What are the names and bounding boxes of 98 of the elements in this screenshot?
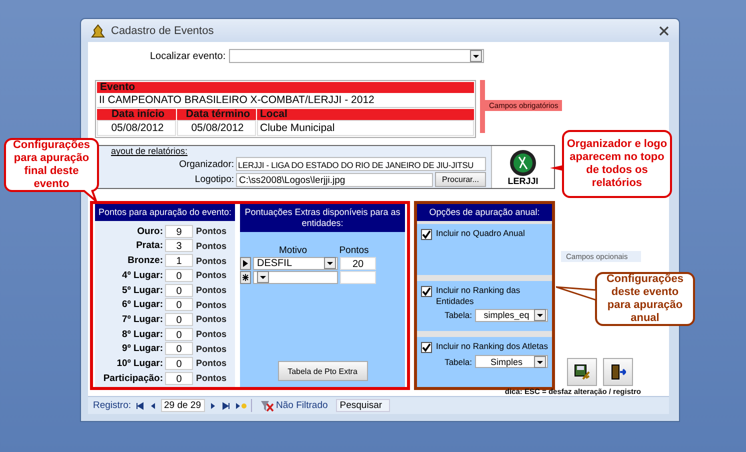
- new-row-icon[interactable]: [240, 270, 251, 284]
- event-name-field[interactable]: II CAMPEONATO BRASILEIRO X-COMBAT/LERJJI - 2012: [97, 93, 474, 108]
- checkbox-label: Incluir no Ranking das Entidades: [436, 284, 522, 307]
- new-record-icon[interactable]: [235, 400, 248, 411]
- section-title: ayout de relatórios:: [111, 146, 188, 156]
- save-button[interactable]: [567, 358, 597, 386]
- dropdown-icon[interactable]: [257, 271, 269, 284]
- column-header: Data término: [177, 109, 256, 120]
- column-header: Motivo: [278, 245, 308, 256]
- points-field[interactable]: [340, 270, 376, 284]
- table-cell[interactable]: 05/08/2012: [177, 120, 256, 136]
- points-field[interactable]: 0: [165, 312, 193, 326]
- table-cell[interactable]: 05/08/2012: [97, 120, 176, 136]
- points-field[interactable]: 9: [165, 224, 193, 238]
- logo-emblem-icon: [508, 148, 538, 177]
- table-combo[interactable]: Simples: [475, 355, 548, 368]
- callout: Organizador e logo aparecem no topo de todos os relatórios: [562, 130, 672, 198]
- points-field[interactable]: 0: [165, 328, 193, 341]
- table-label: Tabela:: [444, 310, 472, 320]
- place-label: Ouro:: [136, 226, 164, 237]
- place-label: Participação:: [102, 372, 164, 384]
- place-label: Bronze:: [126, 255, 164, 266]
- unit-label: Pontos: [195, 240, 226, 251]
- table-label: Tabela:: [444, 356, 472, 367]
- column-header: Local: [257, 109, 474, 120]
- record-label: Registro:: [93, 400, 132, 412]
- organizer-label: Organizador:: [179, 158, 234, 170]
- place-label: 5º Lugar:: [121, 284, 164, 296]
- first-record-icon[interactable]: [135, 400, 146, 411]
- next-record-icon[interactable]: [209, 400, 218, 411]
- unit-label: Pontos: [195, 373, 226, 384]
- points-field[interactable]: 20: [340, 256, 376, 270]
- unit-label: Pontos: [195, 300, 226, 310]
- points-field[interactable]: 0: [165, 298, 193, 312]
- logo-text: LERJJI: [508, 176, 538, 186]
- callout: Configurações deste evento para apuração anual: [595, 272, 695, 326]
- panel-header: Opções de apuração anual:: [417, 204, 552, 222]
- column-header: Evento: [97, 82, 474, 94]
- current-row-icon[interactable]: [240, 256, 251, 270]
- exit-button[interactable]: [603, 358, 633, 386]
- checkbox-label: Incluir no Ranking dos Atletas: [436, 341, 548, 352]
- record-position-field[interactable]: 29 de 29: [161, 399, 206, 412]
- place-label: 10º Lugar:: [116, 358, 164, 369]
- unit-label: Pontos: [195, 329, 226, 340]
- dropdown-icon[interactable]: [324, 257, 336, 270]
- dropdown-icon[interactable]: [470, 50, 482, 62]
- panel-header: Pontuações Extras disponíveis para as entidades:: [240, 204, 405, 232]
- place-label: 8º Lugar:: [121, 328, 164, 340]
- place-label: 7º Lugar:: [121, 314, 164, 325]
- extra-points-table-button[interactable]: Tabela de Pto Extra: [278, 361, 368, 382]
- unit-label: Pontos: [195, 285, 226, 296]
- checkbox[interactable]: [421, 342, 432, 354]
- last-record-icon[interactable]: [221, 400, 232, 411]
- place-label: 6º Lugar:: [121, 299, 164, 310]
- column-header: Data início: [97, 109, 176, 120]
- unit-label: Pontos: [195, 270, 226, 280]
- place-label: Prata:: [135, 240, 164, 252]
- unit-label: Pontos: [195, 256, 226, 266]
- dropdown-icon[interactable]: [534, 356, 546, 368]
- close-icon[interactable]: [659, 26, 669, 36]
- callout-pointer: [550, 165, 564, 171]
- logo-path-field[interactable]: C:\ss2008\Logos\lerjji.jpg: [236, 172, 433, 187]
- points-field[interactable]: 0: [165, 268, 193, 282]
- table-combo[interactable]: simples_eq: [475, 308, 548, 322]
- unit-label: Pontos: [195, 344, 226, 354]
- helmet-icon: [91, 24, 105, 38]
- points-field[interactable]: 0: [165, 342, 193, 356]
- search-label: Localizar evento:: [150, 50, 226, 62]
- points-field[interactable]: 3: [165, 239, 193, 252]
- place-label: 9º Lugar:: [121, 343, 164, 354]
- unit-label: Pontos: [195, 226, 226, 236]
- unit-label: Pontos: [195, 358, 226, 368]
- column-header: Pontos: [338, 245, 370, 256]
- checkbox-label: Incluir no Quadro Anual: [436, 228, 525, 240]
- filter-button[interactable]: Não Filtrado: [256, 400, 332, 412]
- checkbox[interactable]: [421, 286, 432, 297]
- points-field[interactable]: 0: [165, 372, 193, 385]
- dropdown-icon[interactable]: [534, 309, 546, 322]
- organizer-field[interactable]: LERJJI - LIGA DO ESTADO DO RIO DE JANEIRO DE JIU-JITSU: [236, 157, 486, 172]
- search-field[interactable]: Pesquisar: [336, 399, 390, 412]
- table-cell[interactable]: Clube Municipal: [257, 120, 474, 136]
- points-field[interactable]: 0: [165, 356, 193, 370]
- window-title: Cadastro de Eventos: [111, 24, 215, 37]
- funnel-icon: [260, 400, 274, 412]
- points-field[interactable]: 0: [165, 284, 193, 297]
- required-marker: [480, 80, 485, 134]
- panel-header: Pontos para apuração do evento:: [95, 204, 235, 222]
- points-field[interactable]: 1: [165, 254, 193, 268]
- unit-label: Pontos: [195, 314, 226, 324]
- browse-button[interactable]: Procurar...: [435, 172, 486, 188]
- place-label: 4º Lugar:: [121, 270, 164, 281]
- reason-combo[interactable]: DESFIL: [253, 256, 338, 270]
- logo-label: Logotipo:: [194, 174, 234, 186]
- callout: Configurações para apuração final deste evento: [4, 138, 99, 192]
- checkbox[interactable]: [421, 229, 432, 240]
- previous-record-icon[interactable]: [149, 400, 158, 411]
- door-exit-icon: [610, 364, 626, 380]
- save-icon: [574, 364, 590, 380]
